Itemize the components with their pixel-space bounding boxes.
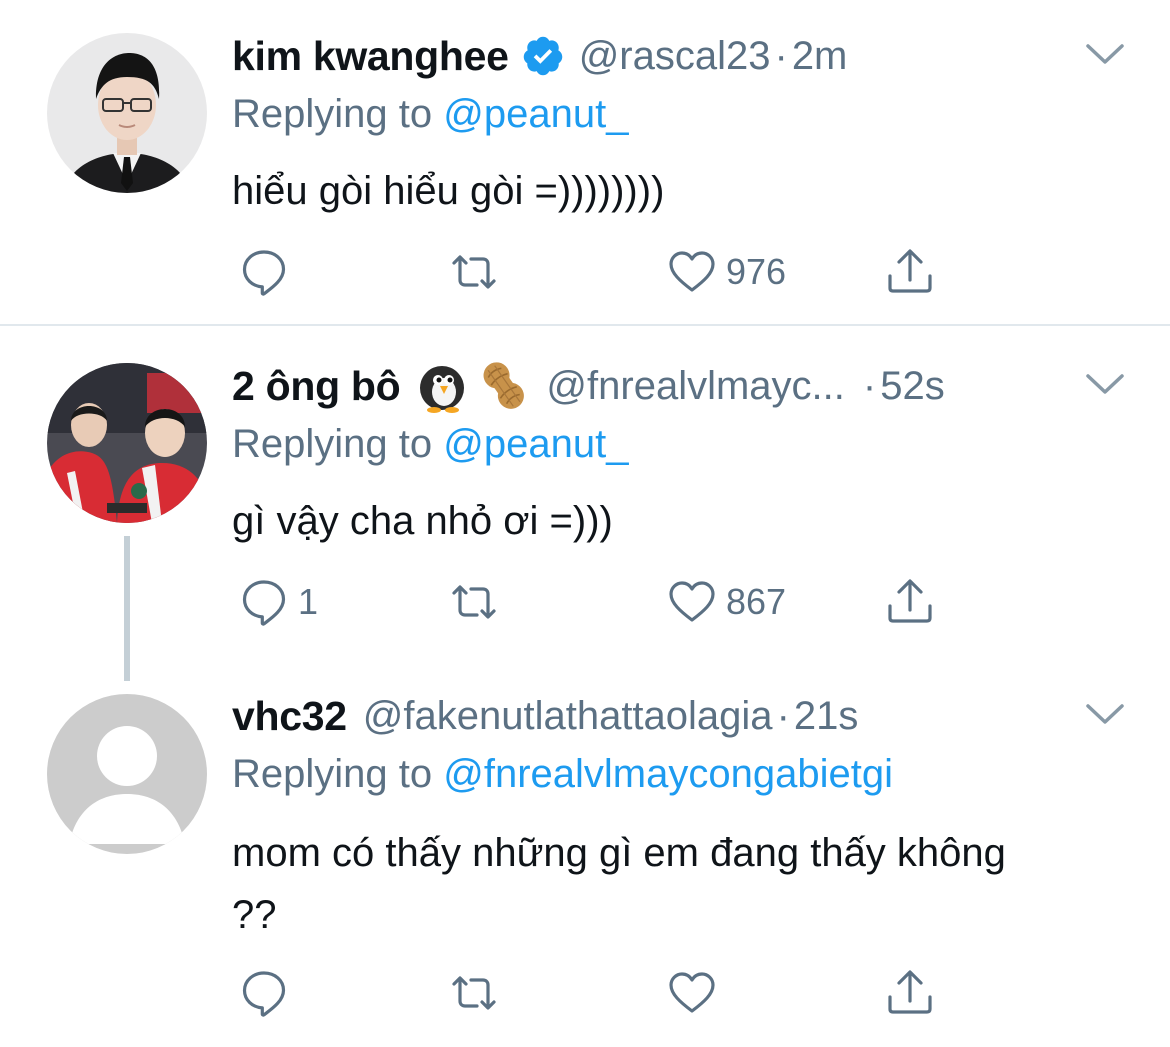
like-count: 867 [726, 581, 787, 622]
peanut-emoji-icon [476, 358, 532, 414]
reply-icon [242, 971, 286, 1017]
avatar[interactable] [47, 33, 207, 193]
avatar[interactable] [47, 363, 207, 523]
timestamp[interactable]: 2m [792, 34, 848, 79]
user-handle[interactable]: @rascal23 [579, 34, 771, 79]
retweet-icon [452, 255, 496, 289]
tweet-2[interactable]: 2 ông bô @fnrealvlmayc... · 52s Replying… [0, 326, 1170, 656]
share-button[interactable] [884, 574, 936, 630]
display-name[interactable]: 2 ông bô [232, 363, 401, 410]
reply-button[interactable] [238, 244, 298, 300]
reply-count: 1 [298, 581, 319, 622]
share-icon [888, 579, 932, 623]
mention-link[interactable]: @peanut_ [443, 422, 628, 466]
like-button[interactable]: 976 [666, 244, 786, 300]
replying-prefix: Replying to [232, 422, 433, 466]
heart-icon [669, 972, 715, 1013]
reply-button[interactable]: 1 [238, 574, 318, 630]
share-button[interactable] [884, 244, 936, 300]
reply-icon [242, 580, 286, 626]
mention-link[interactable]: @fnrealvlmaycongabietgi [443, 752, 893, 796]
person-photo-icon [47, 33, 207, 193]
tweet-header: kim kwanghee @rascal23 · 2m [232, 26, 847, 86]
chevron-down-icon[interactable] [1084, 40, 1126, 70]
like-count: 976 [726, 251, 787, 292]
verified-badge-icon [521, 34, 565, 78]
retweet-icon [452, 585, 496, 619]
like-button[interactable]: 867 [666, 574, 786, 630]
timestamp[interactable]: 21s [794, 694, 859, 739]
timestamp[interactable]: 52s [880, 364, 945, 409]
share-icon [888, 249, 932, 293]
mention-link[interactable]: @peanut_ [443, 92, 628, 136]
separator-dot: · [862, 363, 877, 408]
tweet-header: 2 ông bô @fnrealvlmayc... · 52s [232, 356, 945, 416]
replying-prefix: Replying to [232, 92, 433, 136]
tweet-text: mom có thấy những gì em đang thấy không … [232, 831, 1006, 937]
reply-button[interactable] [238, 965, 298, 1021]
replying-to: Replying to @peanut_ [232, 422, 628, 467]
share-icon [888, 970, 932, 1014]
retweet-button[interactable] [448, 574, 500, 630]
default-avatar-icon [47, 694, 207, 854]
heart-icon [669, 251, 715, 292]
share-button[interactable] [884, 965, 936, 1021]
chevron-down-icon[interactable] [1084, 700, 1126, 730]
retweet-icon [452, 976, 496, 1010]
user-handle[interactable]: @fnrealvlmayc... [546, 364, 844, 409]
heart-icon [669, 581, 715, 622]
retweet-button[interactable] [448, 244, 500, 300]
display-name[interactable]: vhc32 [232, 693, 347, 740]
penguin-emoji-icon [414, 358, 470, 414]
avatar[interactable] [47, 694, 207, 854]
reply-icon [242, 250, 286, 296]
separator-dot: · [776, 693, 790, 738]
user-handle[interactable]: @fakenutlathattaolagia [363, 694, 773, 739]
chevron-down-icon[interactable] [1084, 370, 1126, 400]
replying-to: Replying to @fnrealvlmaycongabietgi [232, 752, 893, 797]
retweet-button[interactable] [448, 965, 500, 1021]
display-name[interactable]: kim kwanghee [232, 33, 509, 80]
replying-to: Replying to @peanut_ [232, 92, 628, 137]
tweet-text: hiểu gòi hiểu gòi =)))))))) [232, 169, 665, 213]
like-button[interactable] [666, 965, 726, 1021]
tweet-header: vhc32 @fakenutlathattaolagia · 21s [232, 686, 858, 746]
tweet-1[interactable]: kim kwanghee @rascal23 · 2m Replying to … [0, 0, 1170, 324]
separator-dot: · [774, 33, 788, 78]
tweet-text: gì vậy cha nhỏ ơi =))) [232, 499, 613, 543]
tweet-3[interactable]: vhc32 @fakenutlathattaolagia · 21s Reply… [0, 656, 1170, 1047]
replying-prefix: Replying to [232, 752, 433, 796]
group-photo-icon [47, 363, 207, 523]
